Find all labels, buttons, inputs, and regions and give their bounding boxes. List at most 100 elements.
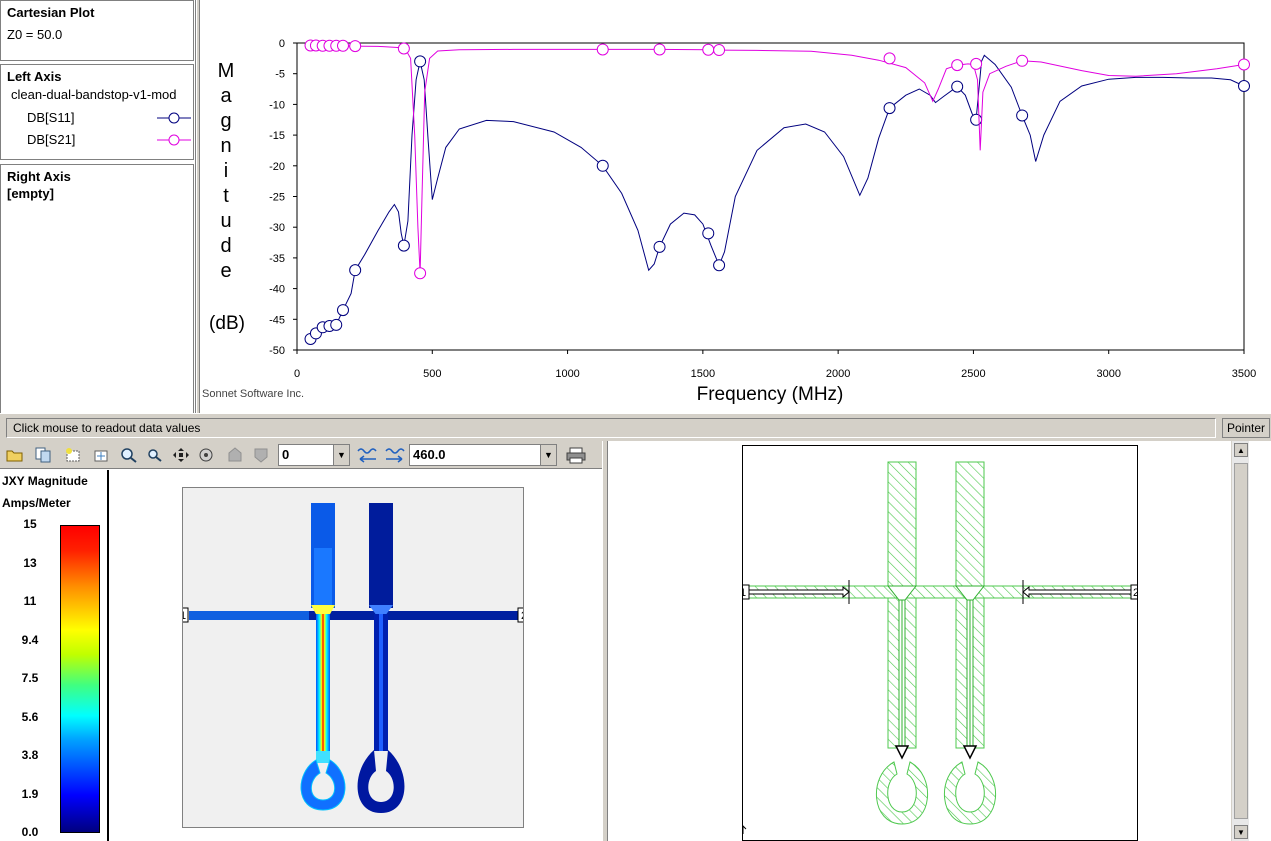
scale-unit: Amps/Meter — [2, 496, 71, 510]
left-axis-box: Left Axis clean-dual-bandstop-v1-mod DB[… — [0, 64, 194, 160]
series-marker-s21 — [596, 43, 609, 56]
current-density-svg[interactable]: 1 2 — [176, 488, 530, 827]
z0-label: Z0 = 50.0 — [7, 27, 63, 42]
cartesian-plot[interactable]: Magnitude (dB) 0 -5 -10 -15 -20 -25 -30 -35 -40-… — [200, 0, 1271, 413]
trace-s11-label[interactable]: DB[S11] — [27, 110, 74, 125]
series-marker-s11 — [596, 159, 609, 172]
series-marker-s11 — [330, 318, 343, 331]
port-2-label: 2 — [521, 610, 523, 622]
layout-port-1-label: 1 — [743, 587, 746, 599]
series-marker-s21 — [951, 59, 964, 72]
copy-icon[interactable] — [32, 444, 54, 466]
scale-tick-label: 15 — [23, 517, 37, 531]
right-axis-value: [empty] — [7, 186, 54, 201]
scale-title: JXY Magnitude — [2, 474, 88, 488]
series-marker-s21 — [349, 40, 362, 53]
x-tick-label: 2000 — [826, 368, 850, 380]
select-area-icon[interactable] — [90, 444, 112, 466]
layout-port-2-label: 2 — [1133, 587, 1137, 599]
series-marker-s21 — [336, 39, 349, 52]
circuit-layout-view[interactable]: 1 2 — [737, 445, 1143, 841]
series-marker-s11 — [336, 304, 349, 317]
x-tick-label: 0 — [294, 368, 300, 380]
current-density-pane: 0 ▼ 460.0 ▼ JXY Magnitude Amps/Meter 15 1… — [0, 441, 602, 841]
zoom-in-icon[interactable] — [118, 444, 140, 466]
series-marker-s11 — [702, 227, 715, 240]
level-select[interactable]: 0 ▼ — [278, 444, 350, 466]
printer-icon[interactable] — [565, 444, 587, 466]
plot-legend-panel: Cartesian Plot Z0 = 50.0 Left Axis clean… — [0, 0, 196, 413]
series-marker-s21 — [713, 44, 726, 57]
select-icon[interactable] — [62, 444, 84, 466]
freq-next-icon[interactable] — [384, 444, 406, 466]
folder-icon[interactable] — [4, 444, 26, 466]
scroll-thumb[interactable] — [1234, 463, 1248, 819]
series-marker-s11 — [1238, 79, 1250, 92]
color-scale-bar — [60, 525, 100, 833]
layout-vertical-scrollbar[interactable]: ▲ ▼ — [1231, 441, 1249, 841]
plot-info-box: Cartesian Plot Z0 = 50.0 — [0, 0, 194, 61]
trace-s21-symbol — [157, 134, 191, 146]
scale-tick-label: 3.8 — [21, 748, 39, 762]
trace-s11-symbol — [157, 112, 191, 124]
fit-icon[interactable] — [196, 444, 218, 466]
scale-tick-label: 11 — [23, 594, 37, 608]
series-marker-s21 — [414, 267, 427, 280]
y-tick-label: -5 — [275, 69, 285, 81]
current-toolbar: 0 ▼ 460.0 ▼ — [0, 441, 602, 469]
pointer-mode-button[interactable]: Pointer — [1222, 418, 1270, 438]
left-axis-title: Left Axis — [7, 69, 62, 84]
series-marker-s21 — [1238, 58, 1250, 71]
frequency-select[interactable]: 460.0 ▼ — [409, 444, 557, 466]
scale-tick-label: 13 — [23, 555, 37, 570]
series-marker-s21 — [970, 57, 983, 70]
trace-s21-label[interactable]: DB[S21] — [27, 132, 75, 147]
scale-tick-label: 7.5 — [21, 671, 39, 685]
x-tick-label: 500 — [423, 368, 441, 380]
x-tick-label: 1500 — [691, 368, 715, 380]
series-marker-s21 — [397, 42, 410, 55]
scale-tick-label: 9.4 — [21, 632, 39, 647]
zoom-out-icon[interactable] — [144, 444, 166, 466]
y-tick-label: 0 — [279, 38, 285, 50]
current-density-plot[interactable]: 1 2 — [176, 487, 530, 828]
scale-tick-label: 5.6 — [21, 709, 39, 724]
y-tick-label: -35 — [269, 253, 285, 265]
series-marker-s11 — [970, 113, 983, 126]
x-tick-label: 3000 — [1096, 368, 1120, 380]
right-axis-box: Right Axis [empty] — [0, 164, 194, 413]
series-marker-s11 — [883, 102, 896, 115]
project-name[interactable]: clean-dual-bandstop-v1-mod — [1, 84, 193, 102]
series-marker-s11 — [1016, 109, 1029, 122]
circuit-layout-pane: 1 2 — [608, 441, 1271, 841]
level-up-icon[interactable] — [224, 444, 246, 466]
series-marker-s21 — [883, 52, 896, 65]
scroll-down-icon[interactable]: ▼ — [1234, 825, 1248, 839]
y-tick-label: -40 — [269, 284, 285, 296]
pan-icon[interactable] — [170, 444, 192, 466]
chart-canvas[interactable]: 0 -5 -10 -15 -20 -25 -30 -35 -40 -45 -50 0 500 1000 15… — [200, 0, 1271, 413]
chevron-down-icon[interactable]: ▼ — [540, 445, 556, 465]
series-marker-s21 — [653, 43, 666, 56]
series-marker-s21 — [702, 43, 715, 56]
scale-divider — [107, 470, 109, 841]
y-tick-label: -50 — [269, 345, 285, 357]
circuit-layout-svg[interactable]: 1 2 — [737, 446, 1143, 840]
x-tick-label: 1000 — [555, 368, 579, 380]
y-tick-label: -30 — [269, 222, 285, 234]
level-down-icon[interactable] — [250, 444, 272, 466]
y-tick-label: -25 — [269, 192, 285, 204]
series-marker-s11 — [653, 240, 666, 253]
series-marker-s11 — [349, 264, 362, 277]
plot-title: Cartesian Plot — [7, 5, 95, 20]
y-tick-label: -15 — [269, 130, 285, 142]
series-marker-s11 — [414, 55, 427, 68]
status-bar: Click mouse to readout data values Point… — [0, 413, 1271, 441]
status-message: Click mouse to readout data values — [6, 418, 1216, 438]
freq-prev-icon[interactable] — [356, 444, 378, 466]
scroll-up-icon[interactable]: ▲ — [1234, 443, 1248, 457]
x-axis-title: Frequency (MHz) — [696, 384, 844, 405]
chevron-down-icon[interactable]: ▼ — [333, 445, 349, 465]
scale-tick-label: 0.0 — [21, 825, 39, 839]
x-tick-label: 3500 — [1232, 368, 1256, 380]
